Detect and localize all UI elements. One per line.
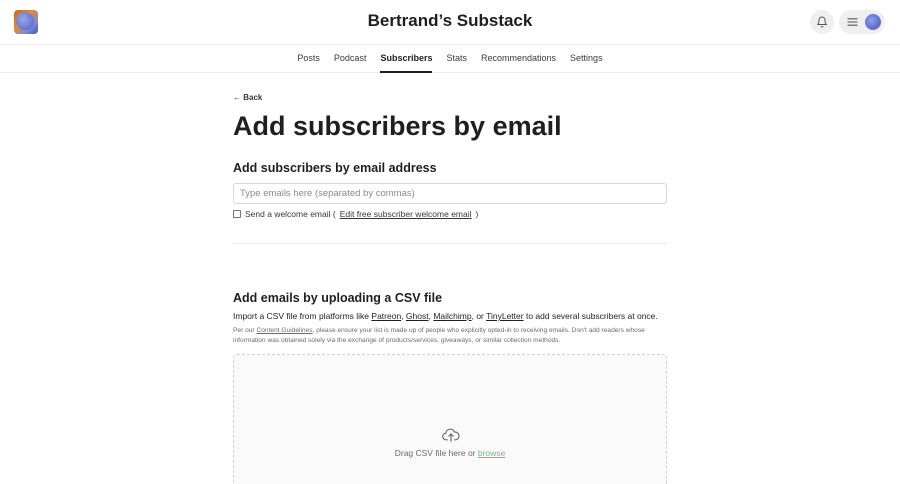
hamburger-icon	[847, 18, 858, 26]
content-guidelines-link[interactable]: Content Guidelines	[256, 327, 312, 334]
notifications-button[interactable]	[810, 10, 834, 34]
back-link[interactable]: ← Back	[233, 93, 262, 102]
welcome-email-row: Send a welcome email ( Edit free subscrib…	[233, 209, 478, 219]
section-divider	[233, 243, 667, 244]
welcome-email-label: Send a welcome email (	[245, 209, 336, 219]
import-suffix: to add several subscribers at once.	[523, 311, 658, 321]
site-title[interactable]: Bertrand’s Substack	[0, 11, 900, 31]
tab-podcast[interactable]: Podcast	[334, 45, 367, 72]
top-bar: Bertrand’s Substack	[0, 0, 900, 44]
account-menu-button[interactable]	[839, 10, 885, 34]
dashboard-tabs: Posts Podcast Subscribers Stats Recommen…	[0, 44, 900, 73]
tab-recommendations[interactable]: Recommendations	[481, 45, 556, 72]
import-prefix: Import a CSV file from platforms like	[233, 311, 372, 321]
separator: , or	[471, 311, 487, 321]
csv-import-description: Import a CSV file from platforms like Pa…	[233, 311, 658, 321]
page-title: Add subscribers by email	[233, 111, 562, 141]
csv-section-title: Add emails by uploading a CSV file	[233, 291, 443, 305]
patreon-link[interactable]: Patreon	[371, 311, 401, 321]
drop-instructions: Drag CSV file here or browse	[234, 448, 666, 458]
browse-link[interactable]: browse	[478, 448, 505, 458]
tab-settings[interactable]: Settings	[570, 45, 603, 72]
bell-icon	[817, 16, 827, 28]
ghost-link[interactable]: Ghost	[406, 311, 429, 321]
cloud-upload-icon	[442, 428, 460, 442]
mailchimp-link[interactable]: Mailchimp	[433, 311, 471, 321]
guidelines-prefix: Per our	[233, 327, 257, 334]
welcome-email-label-close: )	[475, 209, 479, 219]
content-guidelines-notice: Per our Content Guidelines, please ensur…	[233, 326, 667, 346]
email-section-title: Add subscribers by email address	[233, 161, 437, 175]
tab-posts[interactable]: Posts	[297, 45, 320, 72]
avatar	[865, 14, 881, 30]
drop-text: Drag CSV file here or	[394, 448, 478, 458]
edit-welcome-email-link[interactable]: Edit free subscriber welcome email	[340, 209, 472, 219]
emails-input[interactable]	[233, 183, 667, 204]
tinyletter-link[interactable]: TinyLetter	[486, 311, 523, 321]
csv-dropzone[interactable]: Drag CSV file here or browse	[233, 354, 667, 484]
tab-subscribers[interactable]: Subscribers	[380, 45, 433, 73]
tab-stats[interactable]: Stats	[446, 45, 467, 72]
welcome-email-checkbox[interactable]	[233, 210, 241, 218]
